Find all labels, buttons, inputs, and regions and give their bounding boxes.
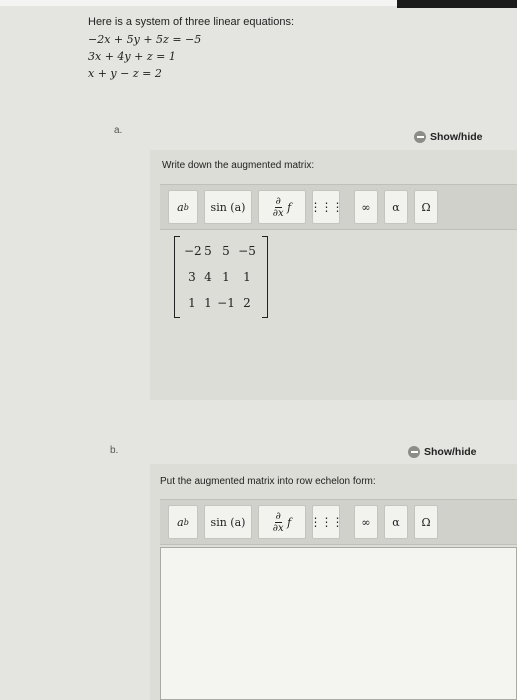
matrix-cell: 4	[204, 270, 212, 284]
matrix-cell: 1	[204, 296, 212, 310]
top-bar-dark-strip	[397, 0, 517, 8]
matrix-grid-icon[interactable]: ⋮⋮⋮	[310, 190, 344, 224]
matrix-cell: −1	[217, 296, 235, 310]
part-a-label: a.	[114, 125, 123, 136]
intro-text: Here is a system of three linear equatio…	[88, 16, 295, 28]
part-b-label: b.	[110, 445, 119, 456]
infinity-button[interactable]: ∞	[354, 190, 378, 224]
equation-2: 3x + 4y + z = 1	[88, 50, 176, 63]
show-hide-label-a: Show/hide	[430, 131, 483, 143]
question-intro: Here is a system of three linear equatio…	[88, 14, 294, 82]
math-toolbar-b: ab sin (a) ∂ ∂x f ⋮⋮⋮ ∞ α Ω	[160, 499, 517, 545]
equation-3: x + y − z = 2	[88, 67, 162, 80]
matrix-cell: 5	[204, 244, 212, 258]
matrix-cell: −2	[184, 244, 202, 258]
matrix-cell: 1	[188, 296, 196, 310]
matrix-cell: −5	[238, 244, 256, 258]
answer-input-b[interactable]	[160, 547, 517, 700]
alpha-button[interactable]: α	[384, 190, 408, 224]
minus-circle-icon	[414, 131, 426, 143]
matrix-cell: 5	[222, 244, 230, 258]
partial-derivative-button[interactable]: ∂ ∂x f	[258, 190, 306, 224]
minus-circle-icon	[408, 446, 420, 458]
show-hide-label-b: Show/hide	[424, 446, 477, 458]
alpha-button[interactable]: α	[384, 505, 408, 539]
power-button[interactable]: ab	[168, 505, 198, 539]
matrix-grid-icon[interactable]: ⋮⋮⋮	[310, 505, 344, 539]
matrix-cell: 3	[188, 270, 196, 284]
matrix-cell: 2	[243, 296, 251, 310]
matrix-cell: 1	[222, 270, 230, 284]
show-hide-button-a[interactable]: Show/hide	[414, 131, 483, 143]
part-a-prompt: Write down the augmented matrix:	[162, 160, 315, 171]
equation-1: −2x + 5y + 5z = −5	[88, 33, 202, 46]
part-b-prompt: Put the augmented matrix into row echelo…	[160, 476, 376, 487]
matrix-cells: −2 5 5 −5 3 4 1 1 1 1 −1 2	[180, 236, 262, 318]
partial-derivative-button[interactable]: ∂ ∂x f	[258, 505, 306, 539]
power-button[interactable]: ab	[168, 190, 198, 224]
right-bracket	[262, 236, 268, 318]
sin-button[interactable]: sin (a)	[204, 505, 252, 539]
show-hide-button-b[interactable]: Show/hide	[408, 446, 477, 458]
augmented-matrix[interactable]: −2 5 5 −5 3 4 1 1 1 1 −1 2	[174, 236, 268, 318]
matrix-cell: 1	[243, 270, 251, 284]
infinity-button[interactable]: ∞	[354, 505, 378, 539]
omega-button[interactable]: Ω	[414, 505, 438, 539]
math-toolbar-a: ab sin (a) ∂ ∂x f ⋮⋮⋮ ∞ α Ω	[160, 184, 517, 230]
omega-button[interactable]: Ω	[414, 190, 438, 224]
sin-button[interactable]: sin (a)	[204, 190, 252, 224]
